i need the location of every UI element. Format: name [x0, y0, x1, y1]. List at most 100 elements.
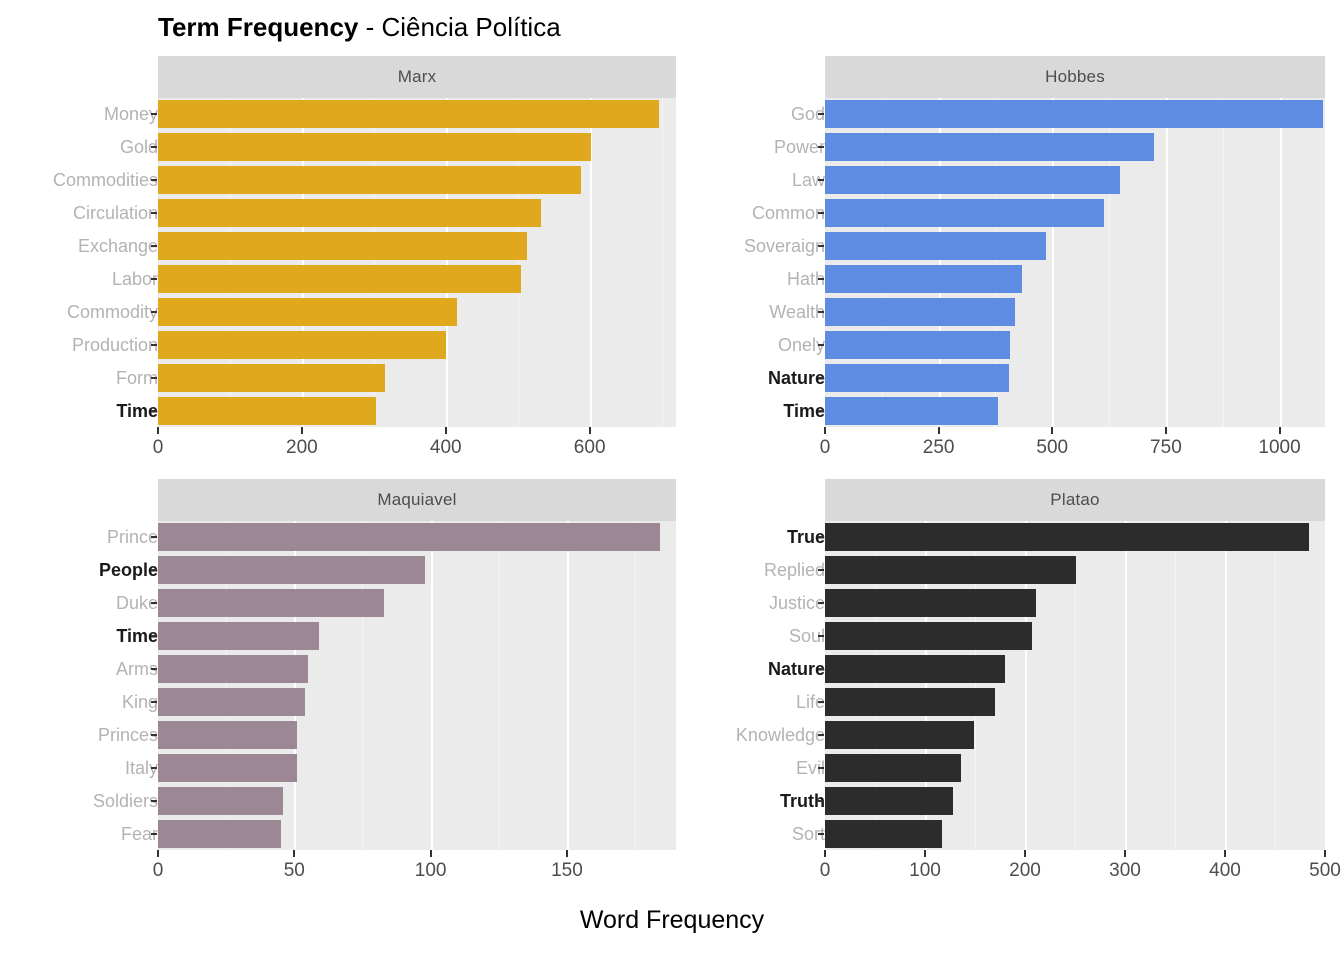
facet-panel-maquiavel: Prince People Duke Time Arms King Princes Italy…	[0, 479, 680, 902]
bar-soveraign[interactable]	[825, 232, 1047, 261]
bar-replied[interactable]	[825, 556, 1076, 585]
plot-area	[158, 98, 676, 427]
bar-commodity[interactable]	[158, 297, 457, 326]
bar-power[interactable]	[825, 133, 1154, 162]
bar-row	[158, 363, 676, 392]
y-axis-tick	[151, 766, 157, 769]
bar-nature[interactable]	[825, 655, 1005, 684]
bar-wealth[interactable]	[825, 297, 1015, 326]
panel-wrapper: Marx	[158, 56, 676, 479]
bar-row	[158, 622, 676, 651]
y-axis-label-hath: Hath	[786, 268, 825, 289]
y-axis-tick	[151, 700, 157, 703]
y-axis-tick	[818, 409, 824, 412]
bar-time[interactable]	[825, 396, 998, 425]
y-axis-label-soul: Soul	[788, 626, 825, 647]
y-axis-tick	[818, 113, 824, 116]
bar-row	[825, 687, 1325, 716]
y-axis-label-money: Money	[103, 104, 158, 125]
bar-time[interactable]	[158, 622, 319, 651]
y-axis-tick	[151, 376, 157, 379]
y-axis-tick	[151, 832, 157, 835]
y-axis-tick	[818, 277, 824, 280]
bar-justice[interactable]	[825, 589, 1036, 618]
bar-law[interactable]	[825, 166, 1121, 195]
bar-evil[interactable]	[825, 753, 961, 782]
bar-gold[interactable]	[158, 133, 592, 162]
bar-money[interactable]	[158, 100, 660, 129]
bar-life[interactable]	[825, 687, 995, 716]
bar-row	[825, 264, 1325, 293]
bar-italy[interactable]	[158, 753, 298, 782]
bar-row	[825, 330, 1325, 359]
y-axis-tick	[151, 179, 157, 182]
y-axis-tick	[818, 536, 824, 539]
bar-row	[825, 396, 1325, 425]
bar-fear[interactable]	[158, 819, 281, 848]
y-axis-tick	[818, 799, 824, 802]
bar-row	[158, 819, 676, 848]
bar-onely[interactable]	[825, 330, 1011, 359]
y-axis-tick	[818, 766, 824, 769]
facet-panel-marx: Money Gold Commodities Circulation Exchange L…	[0, 56, 680, 479]
bar-row	[158, 133, 676, 162]
bar-commodities[interactable]	[158, 166, 582, 195]
bar-true[interactable]	[825, 523, 1309, 552]
bar-soul[interactable]	[825, 622, 1032, 651]
facet-panel-hobbes: God Power Law Common Soveraign Hath Wealth Onel…	[680, 56, 1344, 479]
bar-people[interactable]	[158, 556, 426, 585]
bar-production[interactable]	[158, 330, 446, 359]
y-axis-tick	[151, 536, 157, 539]
bar-soldiers[interactable]	[158, 786, 284, 815]
bar-row	[158, 720, 676, 749]
facet-strip-label: Marx	[397, 67, 437, 86]
y-axis-label-italy: Italy	[124, 757, 158, 778]
bar-row	[825, 100, 1325, 129]
bar-arms[interactable]	[158, 655, 308, 684]
bar-row	[158, 100, 676, 129]
bar-exchange[interactable]	[158, 232, 528, 261]
bar-princes[interactable]	[158, 720, 298, 749]
bar-circulation[interactable]	[158, 199, 541, 228]
facet-grid: Money Gold Commodities Circulation Exchange L…	[0, 56, 1344, 902]
y-axis-label-fear: Fear	[120, 823, 158, 844]
bar-king[interactable]	[158, 687, 306, 716]
y-axis-tick	[151, 146, 157, 149]
bar-common[interactable]	[825, 199, 1104, 228]
y-axis-label-labor: Labor	[111, 268, 158, 289]
bar-row	[825, 232, 1325, 261]
bar-sort[interactable]	[825, 819, 942, 848]
bar-knowledge[interactable]	[825, 720, 974, 749]
y-axis-label-law: Law	[791, 170, 825, 191]
y-axis-tick	[151, 569, 157, 572]
bar-prince[interactable]	[158, 523, 660, 552]
y-axis-label-prince: Prince	[106, 527, 158, 548]
y-axis-label-gold: Gold	[119, 137, 158, 158]
bar-nature[interactable]	[825, 363, 1009, 392]
bar-hath[interactable]	[825, 264, 1022, 293]
bar-truth[interactable]	[825, 786, 953, 815]
bar-row	[158, 655, 676, 684]
y-axis-tick	[818, 733, 824, 736]
bar-row	[825, 786, 1325, 815]
bar-duke[interactable]	[158, 589, 385, 618]
bar-form[interactable]	[158, 363, 386, 392]
bar-god[interactable]	[825, 100, 1323, 129]
y-axis-label-commodity: Commodity	[66, 301, 158, 322]
y-axis-label-circulation: Circulation	[72, 203, 158, 224]
bar-row	[158, 264, 676, 293]
y-axis-tick	[151, 310, 157, 313]
facet-panel-platao: True Replied Justice Soul Nature Life Knowledg…	[680, 479, 1344, 902]
y-axis-tick	[818, 146, 824, 149]
bar-labor[interactable]	[158, 264, 522, 293]
y-axis-tick	[151, 245, 157, 248]
bar-row	[825, 720, 1325, 749]
bar-row	[825, 166, 1325, 195]
y-axis-tick	[818, 602, 824, 605]
bar-row	[825, 622, 1325, 651]
bar-time[interactable]	[158, 396, 376, 425]
facet-strip-label: Maquiavel	[377, 490, 457, 509]
bar-row	[158, 199, 676, 228]
y-axis-tick	[818, 343, 824, 346]
y-axis-tick	[151, 635, 157, 638]
